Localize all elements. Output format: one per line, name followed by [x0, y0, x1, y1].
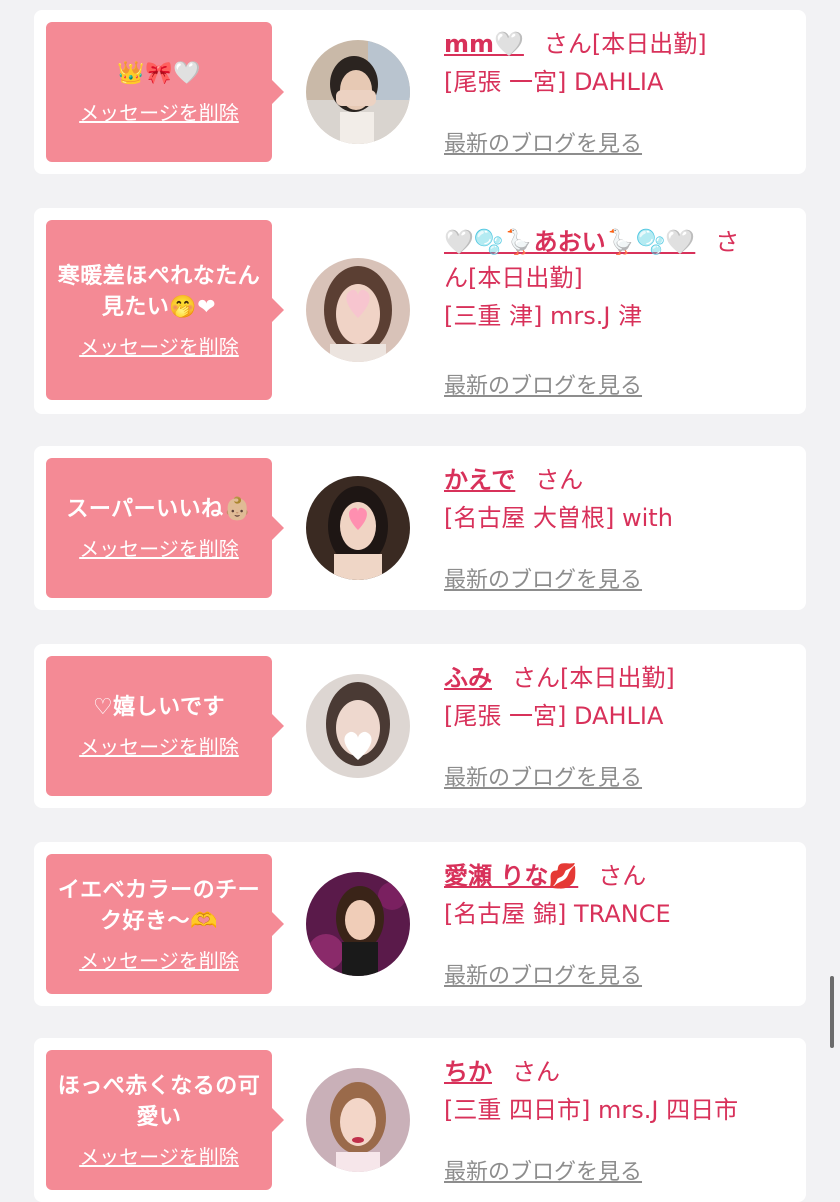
honorific: ん — [444, 264, 468, 292]
shop-label: [三重 四日市] mrs.J 四日市 — [444, 1096, 739, 1124]
delete-message-link[interactable]: メッセージを削除 — [79, 945, 239, 974]
honorific: さん — [543, 30, 592, 58]
list-item: イエベカラーのチーク好き～🫶 メッセージを削除 愛瀬 りな💋 さん [名古屋 錦]… — [34, 842, 806, 1006]
delete-message-link[interactable]: メッセージを削除 — [79, 331, 239, 360]
message-bubble: 👑🎀🤍 メッセージを削除 — [46, 22, 284, 162]
avatar[interactable] — [306, 476, 410, 580]
list-item: 寒暖差ほぺれなたん見たい🤭❤ メッセージを削除 🤍🫧🪿あおい🪿🫧🤍 さ ん[本日出… — [34, 208, 806, 414]
message-bubble: ほっぺ赤くなるの可愛い メッセージを削除 — [46, 1050, 284, 1190]
message-text: ♡嬉しいです — [92, 695, 226, 720]
latest-blog-link[interactable]: 最新のブログを見る — [444, 1154, 642, 1186]
avatar[interactable] — [306, 872, 410, 976]
message-bubble: スーパーいいね👶🏼 メッセージを削除 — [46, 458, 284, 598]
honorific: さん — [512, 664, 560, 692]
message-bubble: イエベカラーのチーク好き～🫶 メッセージを削除 — [46, 854, 284, 994]
cast-name-link[interactable]: ちか — [444, 1058, 492, 1086]
status-badge: [本日出勤] — [560, 664, 675, 692]
latest-blog-link[interactable]: 最新のブログを見る — [444, 126, 642, 158]
scrollbar[interactable] — [830, 976, 834, 1048]
delete-message-link[interactable]: メッセージを削除 — [79, 533, 239, 562]
shop-label: [名古屋 錦] TRANCE — [444, 900, 671, 928]
message-text: スーパーいいね👶🏼 — [66, 497, 252, 522]
message-bubble: 寒暖差ほぺれなたん見たい🤭❤ メッセージを削除 — [46, 220, 284, 400]
cast-info: ちか さん [三重 四日市] mrs.J 四日市 — [444, 1054, 792, 1130]
honorific: さ — [715, 228, 740, 256]
cast-info: 愛瀬 りな💋 さん [名古屋 錦] TRANCE — [444, 858, 792, 934]
list-item: ほっぺ赤くなるの可愛い メッセージを削除 ちか さん [三重 四日市] mrs.J… — [34, 1038, 806, 1202]
avatar[interactable] — [306, 1068, 410, 1172]
cast-info: かえで さん [名古屋 大曽根] with — [444, 462, 792, 538]
cast-info: ふみ さん[本日出勤] [尾張 一宮] DAHLIA — [444, 660, 792, 736]
list-item: ♡嬉しいです メッセージを削除 ふみ さん[本日出勤] [尾張 一宮] DAHLI… — [34, 644, 806, 808]
message-text: 寒暖差ほぺれなたん見たい🤭❤ — [57, 263, 261, 320]
latest-blog-link[interactable]: 最新のブログを見る — [444, 368, 642, 400]
list-item: 👑🎀🤍 メッセージを削除 mm🤍 さん[本日出勤] [尾張 一宮] DAHLIA … — [34, 10, 806, 174]
cast-name-link[interactable]: ふみ — [444, 664, 492, 692]
shop-label: [尾張 一宮] DAHLIA — [444, 702, 664, 730]
avatar[interactable] — [306, 674, 410, 778]
cast-info: 🤍🫧🪿あおい🪿🫧🤍 さ ん[本日出勤] [三重 津] mrs.J 津 — [444, 224, 792, 336]
avatar[interactable] — [306, 40, 410, 144]
honorific: さん — [535, 466, 584, 494]
status-badge: [本日出勤] — [591, 30, 707, 58]
message-text: 👑🎀🤍 — [117, 61, 201, 86]
cast-name-link[interactable]: 🤍🫧🪿あおい🪿🫧🤍 — [444, 228, 695, 256]
cast-info: mm🤍 さん[本日出勤] [尾張 一宮] DAHLIA — [444, 26, 792, 102]
latest-blog-link[interactable]: 最新のブログを見る — [444, 760, 642, 792]
message-text: イエベカラーのチーク好き～🫶 — [57, 877, 261, 934]
latest-blog-link[interactable]: 最新のブログを見る — [444, 562, 642, 594]
honorific: さん — [512, 1058, 560, 1086]
honorific: さん — [598, 862, 647, 890]
message-text: ほっぺ赤くなるの可愛い — [57, 1073, 261, 1130]
cast-name-link[interactable]: かえで — [444, 466, 515, 494]
cast-name-link[interactable]: 愛瀬 りな💋 — [444, 862, 578, 890]
cast-name-link[interactable]: mm🤍 — [444, 30, 524, 58]
shop-label: [三重 津] mrs.J 津 — [444, 302, 643, 330]
message-bubble: ♡嬉しいです メッセージを削除 — [46, 656, 284, 796]
shop-label: [名古屋 大曽根] with — [444, 504, 673, 532]
shop-label: [尾張 一宮] DAHLIA — [444, 68, 664, 96]
delete-message-link[interactable]: メッセージを削除 — [79, 1141, 239, 1170]
delete-message-link[interactable]: メッセージを削除 — [79, 731, 239, 760]
delete-message-link[interactable]: メッセージを削除 — [79, 97, 239, 126]
latest-blog-link[interactable]: 最新のブログを見る — [444, 958, 642, 990]
status-badge: [本日出勤] — [468, 264, 583, 292]
avatar[interactable] — [306, 258, 410, 362]
list-item: スーパーいいね👶🏼 メッセージを削除 かえで さん [名古屋 大曽根] with … — [34, 446, 806, 610]
